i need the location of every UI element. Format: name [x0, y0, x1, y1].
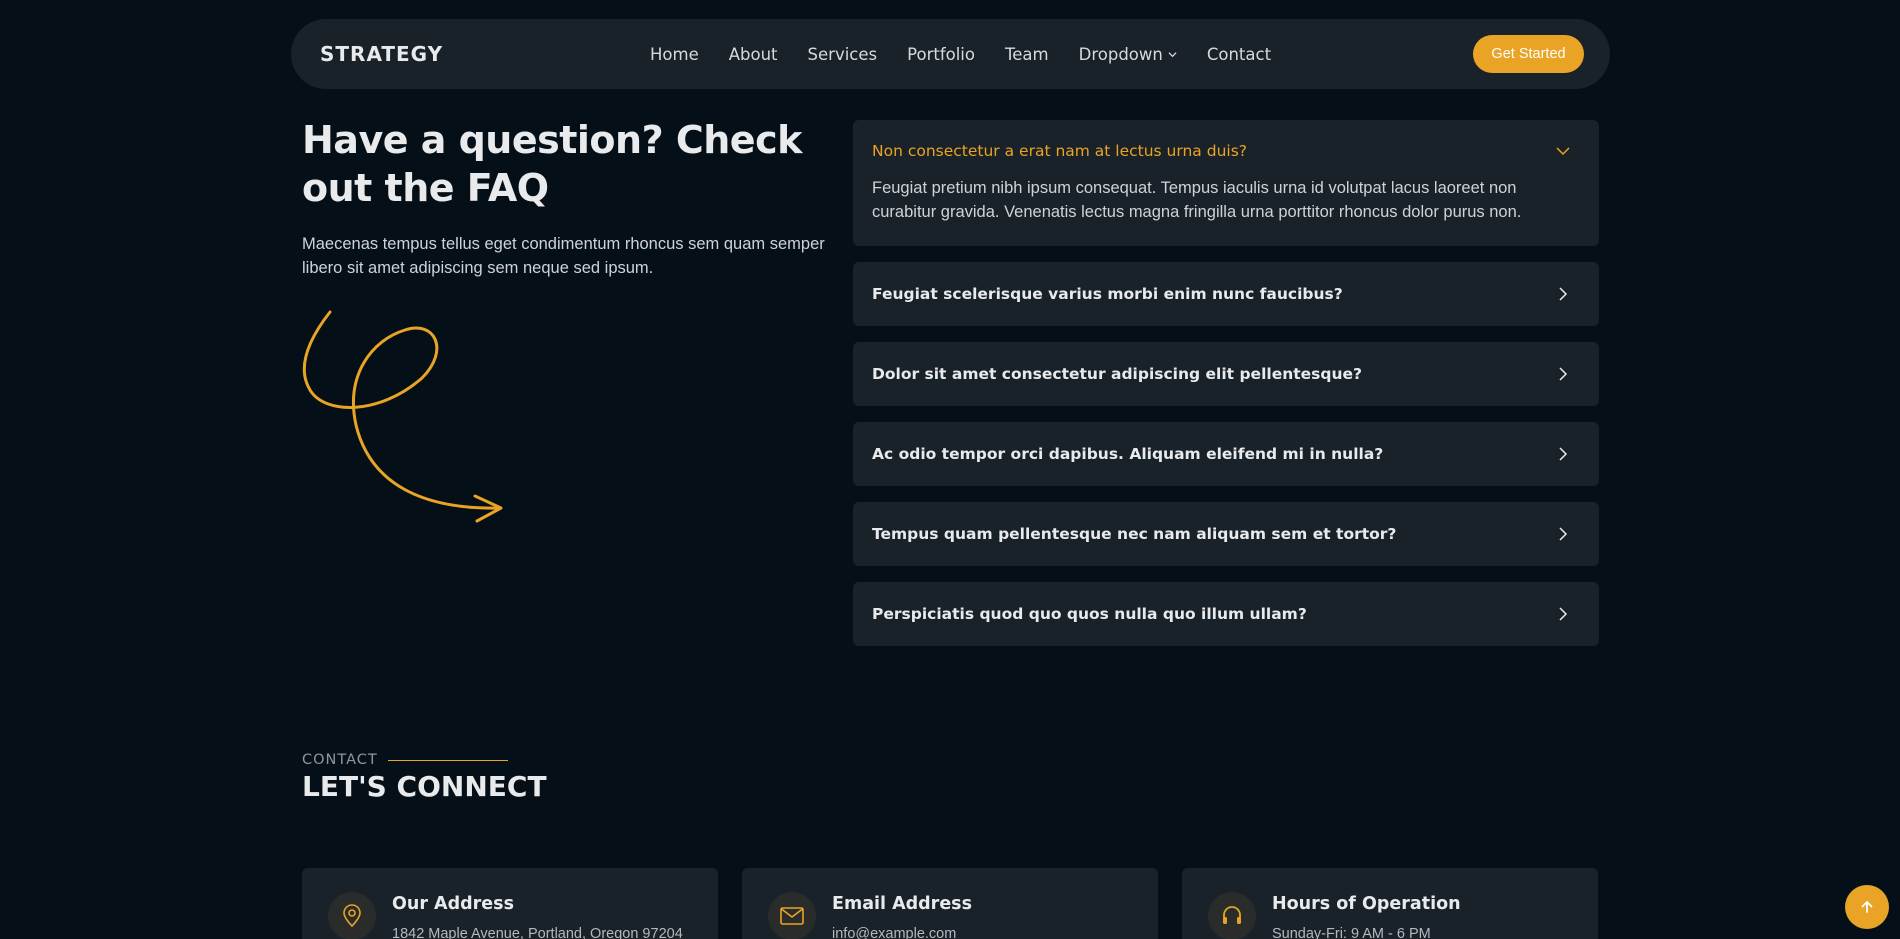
eyebrow-divider	[387, 759, 508, 761]
faq-question: Dolor sit amet consectetur adipiscing el…	[872, 365, 1363, 383]
card-title: Email Address	[832, 894, 973, 914]
scroll-to-top-button[interactable]	[1845, 885, 1889, 929]
nav-services[interactable]: Services	[808, 45, 878, 64]
contact-title: LET'S CONNECT	[302, 770, 547, 803]
curly-arrow-icon	[302, 310, 503, 523]
email-card: Email Address info@example.com	[742, 868, 1158, 939]
faq-question-row[interactable]: Tempus quam pellentesque nec nam aliquam…	[872, 502, 1580, 566]
chevron-down-icon	[1168, 51, 1177, 57]
faq-question: Perspiciatis quod quo quos nulla quo ill…	[872, 605, 1307, 623]
chevron-right-icon[interactable]	[1556, 367, 1570, 381]
faq-item[interactable]: Tempus quam pellentesque nec nam aliquam…	[853, 502, 1599, 566]
faq-question-row[interactable]: Ac odio tempor orci dapibus. Aliquam ele…	[872, 422, 1580, 486]
faq-question: Ac odio tempor orci dapibus. Aliquam ele…	[872, 445, 1384, 463]
faq-description: Maecenas tempus tellus eget condimentum …	[302, 235, 825, 277]
chevron-right-icon[interactable]	[1556, 287, 1570, 301]
faq-item[interactable]: Ac odio tempor orci dapibus. Aliquam ele…	[853, 422, 1599, 486]
faq-item[interactable]: Dolor sit amet consectetur adipiscing el…	[853, 342, 1599, 406]
nav-contact[interactable]: Contact	[1207, 45, 1271, 64]
faq-accordion: Non consectetur a erat nam at lectus urn…	[853, 120, 1599, 662]
site-logo[interactable]: STRATEGY	[320, 42, 645, 66]
card-text[interactable]: info@example.com	[832, 926, 972, 939]
nav-team[interactable]: Team	[1005, 45, 1049, 64]
chevron-right-icon[interactable]	[1556, 527, 1570, 541]
faq-question: Non consectetur a erat nam at lectus urn…	[872, 142, 1248, 160]
nav-portfolio[interactable]: Portfolio	[907, 45, 975, 64]
faq-question-row[interactable]: Dolor sit amet consectetur adipiscing el…	[872, 342, 1580, 406]
faq-question: Tempus quam pellentesque nec nam aliquam…	[872, 525, 1397, 543]
faq-question-row[interactable]: Perspiciatis quod quo quos nulla quo ill…	[872, 582, 1580, 646]
card-text: 1842 Maple Avenue, Portland, Oregon 9720…	[392, 926, 683, 939]
main-nav: Home About Services Portfolio Team Dropd…	[645, 45, 1473, 64]
faq-question: Feugiat scelerisque varius morbi enim nu…	[872, 285, 1343, 303]
nav-dropdown-label: Dropdown	[1078, 44, 1163, 64]
faq-title: Have a question? Check out the FAQ	[302, 118, 802, 210]
chevron-right-icon[interactable]	[1556, 607, 1570, 621]
contact-eyebrow: CONTACT	[302, 752, 508, 768]
headset-icon	[1208, 892, 1256, 939]
arrow-up-icon	[1861, 901, 1873, 913]
card-title: Our Address	[392, 894, 514, 914]
page: STRATEGY Home About Services Portfolio T…	[0, 0, 1900, 939]
faq-question-row[interactable]: Non consectetur a erat nam at lectus urn…	[872, 120, 1580, 182]
chevron-right-icon[interactable]	[1556, 447, 1570, 461]
faq-answer: Feugiat pretium nibh ipsum consequat. Te…	[872, 179, 1522, 221]
contact-eyebrow-label: CONTACT	[302, 752, 378, 768]
faq-question-row[interactable]: Feugiat scelerisque varius morbi enim nu…	[872, 262, 1580, 326]
hours-card: Hours of Operation Sunday-Fri: 9 AM - 6 …	[1182, 868, 1598, 939]
nav-about[interactable]: About	[729, 45, 778, 64]
faq-item[interactable]: Feugiat scelerisque varius morbi enim nu…	[853, 262, 1599, 326]
nav-home[interactable]: Home	[650, 45, 699, 64]
get-started-button[interactable]: Get Started	[1473, 35, 1584, 73]
nav-dropdown[interactable]: Dropdown	[1079, 45, 1177, 64]
address-card: Our Address 1842 Maple Avenue, Portland,…	[302, 868, 718, 939]
chevron-down-icon[interactable]	[1556, 144, 1570, 158]
faq-item[interactable]: Non consectetur a erat nam at lectus urn…	[853, 120, 1599, 246]
site-header: STRATEGY Home About Services Portfolio T…	[291, 19, 1610, 89]
card-title: Hours of Operation	[1272, 894, 1461, 914]
map-pin-icon	[328, 892, 376, 939]
envelope-icon	[768, 892, 816, 939]
card-text: Sunday-Fri: 9 AM - 6 PM	[1272, 926, 1431, 939]
contact-cards: Our Address 1842 Maple Avenue, Portland,…	[302, 868, 1598, 939]
faq-item[interactable]: Perspiciatis quod quo quos nulla quo ill…	[853, 582, 1599, 646]
